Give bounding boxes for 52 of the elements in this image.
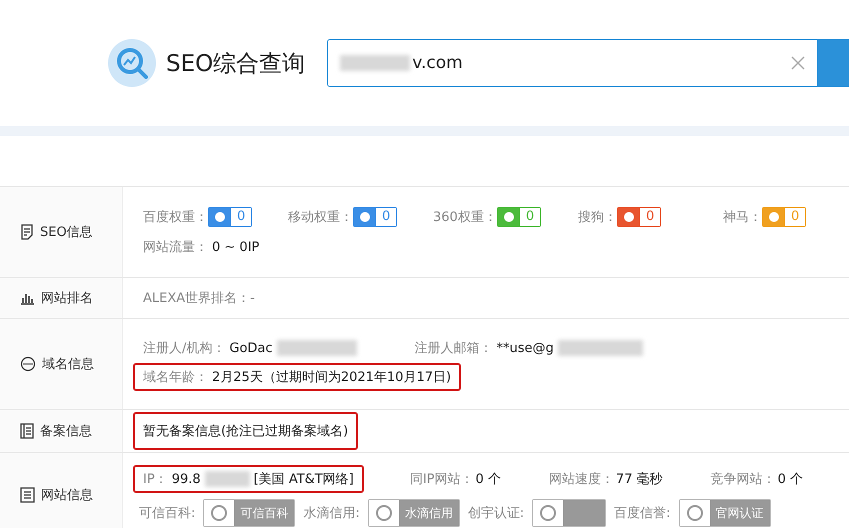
alexa-rank: ALEXA世界排名：- <box>143 290 255 307</box>
weight-label: 360权重： <box>433 209 497 226</box>
weight-label: 搜狗： <box>578 209 617 226</box>
row-label: 备案信息 <box>40 423 92 440</box>
registrant-value: GoDac <box>229 340 273 356</box>
row-label: SEO信息 <box>40 224 93 241</box>
bar-chart-icon <box>20 291 35 305</box>
credit-badge[interactable] <box>532 499 606 527</box>
credit-label: 可信百科: <box>139 505 196 522</box>
ip-location: [美国 AT&T网络] <box>254 471 354 488</box>
list-icon <box>20 487 35 503</box>
age-label: 域名年龄： <box>143 369 208 386</box>
age-value: 2月25天（过期时间为2021年10月17日) <box>212 369 452 386</box>
search-field[interactable]: v.com <box>327 39 818 87</box>
email-value: **use@g <box>496 340 554 356</box>
blurred-text <box>340 55 410 71</box>
row-label: 网站信息 <box>41 487 93 504</box>
weight-label: 神马： <box>723 209 762 226</box>
weight-badge: 0 <box>353 207 398 227</box>
stat-label: 网站速度： <box>548 471 614 488</box>
logo-icon <box>108 39 156 87</box>
traffic-label: 网站流量： <box>143 239 208 256</box>
credit-badge[interactable]: 官网认证 <box>678 499 771 527</box>
row-label: 域名信息 <box>42 356 94 373</box>
credit-badge[interactable]: 水滴信用 <box>368 499 460 527</box>
stat-value: 0 个 <box>476 471 501 488</box>
traffic-value: 0 ~ 0IP <box>212 240 260 254</box>
credit-label: 创宇认证: <box>468 505 524 522</box>
clear-icon[interactable] <box>791 56 805 70</box>
stat-value: 0 个 <box>778 471 804 488</box>
blurred-text <box>204 471 250 487</box>
row-label: 网站排名 <box>41 290 93 307</box>
document-icon <box>20 224 34 240</box>
weight-badge: 0 <box>208 207 252 227</box>
weight-label: 移动权重： <box>288 209 353 226</box>
weight-badge: 0 <box>496 207 542 227</box>
weight-label: 百度权重： <box>143 209 208 226</box>
page-title: SEO综合查询 <box>166 50 306 78</box>
email-label: 注册人邮箱： <box>414 340 493 357</box>
stat-value: 77 毫秒 <box>616 471 663 488</box>
credit-label: 水滴信用: <box>303 505 360 522</box>
registrant-label: 注册人/机构： <box>143 340 226 357</box>
weight-badge: 0 <box>762 207 806 227</box>
icp-status: 暂无备案信息(抢注已过期备案域名) <box>143 423 348 440</box>
weight-badge: 0 <box>617 207 662 227</box>
ip-label: IP： <box>143 471 168 488</box>
credit-badge[interactable]: 可信百科 <box>203 499 296 527</box>
book-icon <box>20 423 34 439</box>
stat-label: 同IP网站： <box>410 471 474 488</box>
credit-label: 百度信誉: <box>614 505 671 522</box>
stat-label: 竞争网站： <box>710 471 776 488</box>
ip-value: 99.8 <box>172 472 201 486</box>
